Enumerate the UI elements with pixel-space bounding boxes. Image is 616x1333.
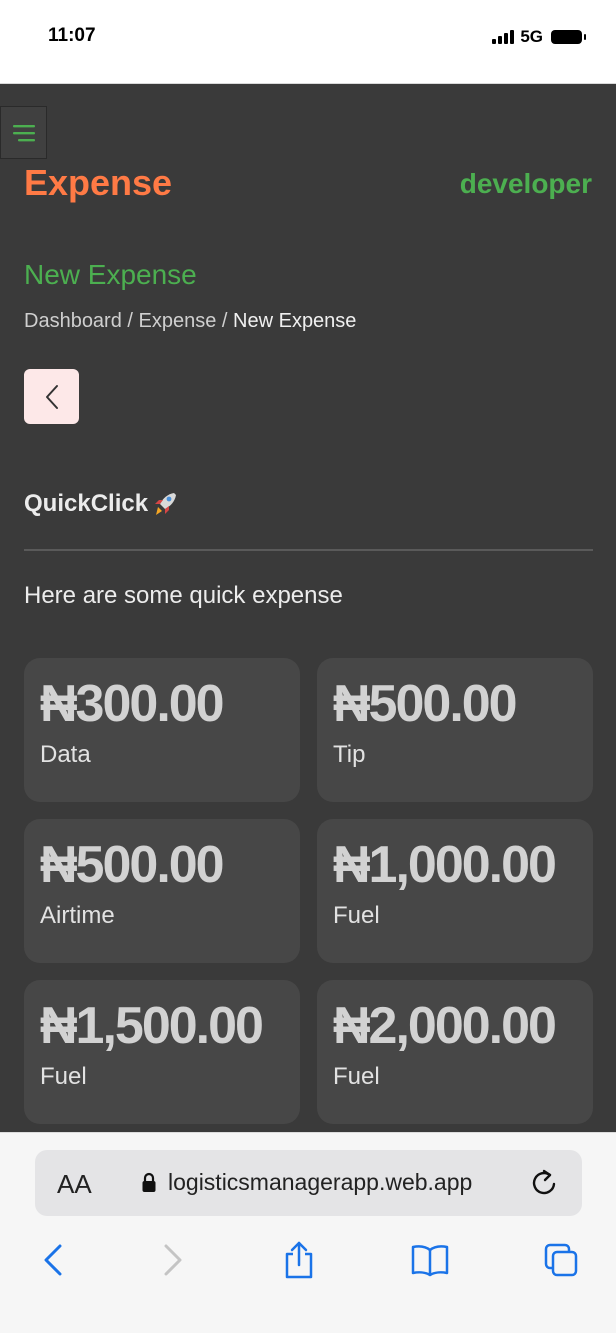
chevron-left-icon (44, 1244, 62, 1276)
expense-label: Fuel (333, 1063, 380, 1091)
share-icon (285, 1241, 313, 1279)
back-button[interactable] (24, 369, 79, 424)
chevron-right-icon (164, 1244, 182, 1276)
reload-icon[interactable] (530, 1167, 560, 1199)
expense-label: Tip (333, 741, 366, 769)
battery-icon (551, 30, 586, 44)
lock-icon (142, 1172, 156, 1192)
expense-amount: ₦500.00 (333, 675, 518, 733)
nav-back-button[interactable] (29, 1236, 77, 1284)
expense-label: Airtime (40, 902, 115, 930)
quick-expense-card[interactable]: ₦1,500.00 Fuel (24, 980, 300, 1124)
quick-expense-card[interactable]: ₦300.00 Data (24, 658, 300, 802)
app-screen: Expense developer New Expense Dashboard … (0, 84, 616, 1132)
app-title: Expense (24, 162, 173, 203)
page-title: New Expense (24, 259, 197, 290)
text-size-button[interactable]: AA (57, 1169, 92, 1200)
expense-label: Data (40, 741, 91, 769)
chevron-left-icon (45, 384, 58, 409)
browser-toolbar: AA logisticsmanagerapp.web.app (0, 1132, 616, 1333)
bookmarks-button[interactable] (406, 1236, 454, 1284)
quick-expense-card[interactable]: ₦2,000.00 Fuel (317, 980, 593, 1124)
url-text[interactable]: logisticsmanagerapp.web.app (168, 1169, 472, 1196)
status-bar: 11:07 5G (0, 0, 616, 84)
rocket-icon (155, 493, 177, 515)
share-button[interactable] (275, 1236, 323, 1284)
expense-amount: ₦1,000.00 (333, 836, 557, 894)
quick-expense-card[interactable]: ₦500.00 Airtime (24, 819, 300, 963)
breadcrumb-current: New Expense (233, 310, 357, 332)
breadcrumb-expense[interactable]: Expense (139, 310, 217, 332)
breadcrumb-dashboard[interactable]: Dashboard (24, 310, 122, 332)
expense-amount: ₦1,500.00 (40, 997, 264, 1055)
quick-expense-card[interactable]: ₦500.00 Tip (317, 658, 593, 802)
address-bar[interactable]: AA logisticsmanagerapp.web.app (35, 1150, 582, 1216)
network-type: 5G (520, 27, 543, 46)
tabs-icon (544, 1243, 578, 1277)
breadcrumb: Dashboard / Expense / New Expense (24, 310, 356, 333)
quickclick-title: QuickClick (24, 490, 149, 517)
signal-icon (492, 30, 515, 44)
quick-expense-card[interactable]: ₦1,000.00 Fuel (317, 819, 593, 963)
expense-label: Fuel (40, 1063, 87, 1091)
tabs-button[interactable] (537, 1236, 585, 1284)
quickclick-description: Here are some quick expense (24, 582, 343, 609)
status-indicators: 5G (492, 27, 586, 47)
menu-button[interactable] (0, 106, 47, 159)
browser-nav-bar (0, 1236, 616, 1296)
expense-amount: ₦2,000.00 (333, 997, 557, 1055)
quickclick-header: QuickClick (24, 490, 178, 518)
user-name[interactable]: developer (460, 168, 592, 200)
breadcrumb-separator: / (121, 310, 139, 332)
expense-amount: ₦300.00 (40, 675, 225, 733)
hamburger-menu-icon (12, 124, 35, 141)
status-time: 11:07 (48, 25, 96, 46)
expense-amount: ₦500.00 (40, 836, 225, 894)
breadcrumb-separator: / (216, 310, 234, 332)
book-icon (411, 1245, 449, 1277)
expense-label: Fuel (333, 902, 380, 930)
section-divider (24, 549, 593, 551)
quick-expense-grid: ₦300.00 Data ₦500.00 Tip ₦500.00 Airtime… (24, 658, 593, 1124)
nav-forward-button[interactable] (149, 1236, 197, 1284)
text-size-label: AA (57, 1169, 92, 1199)
